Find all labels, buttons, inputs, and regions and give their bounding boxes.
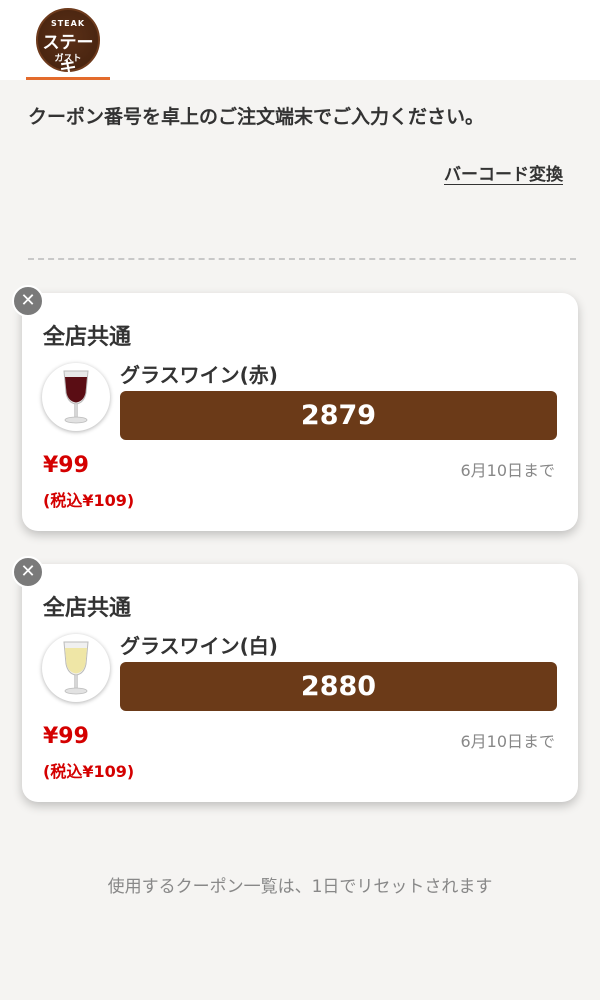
coupon-expiry: 6月10日まで (460, 461, 555, 480)
coupon-price-with-tax: (税込¥109) (43, 491, 135, 510)
wine-glass-icon (42, 363, 110, 431)
close-icon[interactable]: ✕ (12, 556, 44, 588)
logo-line-1: STEAK (50, 19, 86, 28)
coupon-expiry: 6月10日まで (460, 732, 555, 751)
header: STEAK ステーキ ガスト (0, 0, 600, 80)
logo-line-3: ガスト (54, 54, 82, 64)
coupon-price-with-tax: (税込¥109) (43, 762, 135, 781)
divider (28, 258, 576, 260)
coupon-card: ✕ 全店共通 グラスワイン(白) 2880 ¥99 (税込¥109) 6月10日… (12, 556, 578, 802)
instruction-text: クーポン番号を卓上のご注文端末でご入力ください。 (28, 106, 485, 128)
coupon-card: ✕ 全店共通 グラスワイン(赤) 2879 ¥99 (税込¥109) 6月10日… (12, 285, 578, 531)
coupon-store: 全店共通 (43, 325, 132, 350)
coupon-item-name: グラスワイン(白) (120, 634, 278, 658)
coupon-item-name: グラスワイン(赤) (120, 363, 278, 387)
coupon-code: 2879 (120, 391, 557, 440)
close-icon[interactable]: ✕ (12, 285, 44, 317)
coupon-store: 全店共通 (43, 596, 132, 621)
coupon-code: 2880 (120, 662, 557, 711)
tab-steak-gusto[interactable]: STEAK ステーキ ガスト (26, 0, 110, 80)
barcode-convert-link[interactable]: バーコード変換 (444, 160, 563, 185)
steak-gusto-logo: STEAK ステーキ ガスト (36, 8, 100, 78)
coupon-price: ¥99 (43, 724, 89, 749)
wine-glass-icon (42, 634, 110, 702)
reset-notice: 使用するクーポン一覧は、1日でリセットされます (107, 877, 493, 897)
coupon-price: ¥99 (43, 453, 89, 478)
